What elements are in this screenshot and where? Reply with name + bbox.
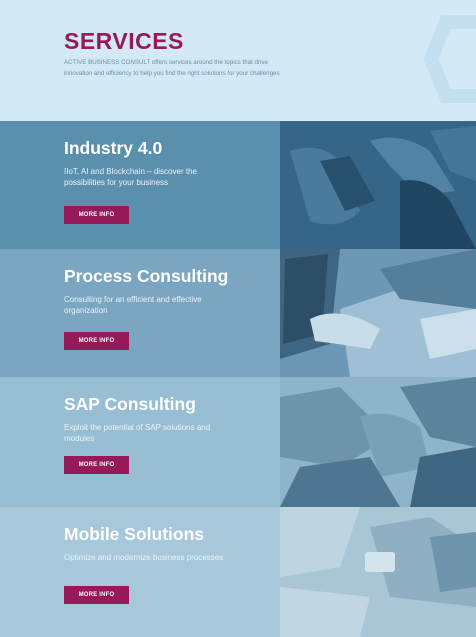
service-title: Industry 4.0 bbox=[64, 138, 163, 158]
intro-text: ACTIVE BUSINESS CONSULT offers services … bbox=[64, 59, 280, 77]
service-description: Exploit the potential of SAP solutions a… bbox=[64, 423, 211, 443]
service-row-mobile-solutions: Mobile Solutions Optimize and modernize … bbox=[0, 507, 476, 637]
service-description: IIoT, AI and Blockchain – discover the p… bbox=[64, 167, 197, 187]
service-description: Consulting for an efficient and effectiv… bbox=[64, 295, 202, 315]
more-info-button[interactable]: MORE INFO bbox=[64, 456, 129, 474]
service-row-sap-consulting: SAP Consulting Exploit the potential of … bbox=[0, 377, 476, 507]
service-image-stacked-hands bbox=[280, 377, 476, 507]
more-info-button[interactable]: MORE INFO bbox=[64, 206, 129, 224]
services-page: SERVICES ACTIVE BUSINESS CONSULT offers … bbox=[0, 0, 476, 637]
more-info-button[interactable]: MORE INFO bbox=[64, 586, 129, 604]
service-description: Optimize and modernize business processe… bbox=[64, 553, 224, 562]
service-title: Process Consulting bbox=[64, 266, 229, 286]
service-row-industry-4: Industry 4.0 IIoT, AI and Blockchain – d… bbox=[0, 121, 476, 249]
service-image-laptop-typing bbox=[280, 249, 476, 377]
page-title: SERVICES bbox=[64, 28, 184, 54]
service-image-mobile-devices bbox=[280, 507, 476, 637]
service-row-process-consulting: Process Consulting Consulting for an eff… bbox=[0, 249, 476, 377]
service-title: SAP Consulting bbox=[64, 394, 196, 414]
service-image-hands-smartphone bbox=[280, 121, 476, 249]
more-info-button[interactable]: MORE INFO bbox=[64, 332, 129, 350]
hexagon-outline-icon bbox=[423, 15, 476, 103]
services-header: SERVICES ACTIVE BUSINESS CONSULT offers … bbox=[0, 0, 476, 121]
service-title: Mobile Solutions bbox=[64, 524, 204, 544]
